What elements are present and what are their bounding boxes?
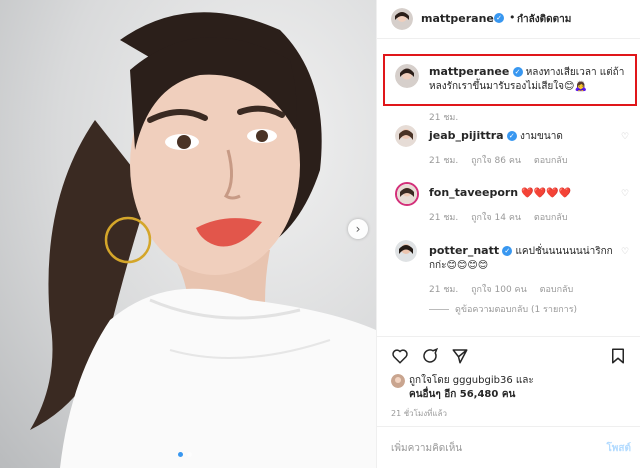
posted-time: 21 ชั่วโมงที่แล้ว	[391, 409, 447, 418]
separator-dot: •	[509, 11, 516, 24]
comment-meta: 21 ชม. ถูกใจ 14 คน ตอบกลับ	[429, 210, 578, 224]
like-heart-icon[interactable]	[391, 347, 409, 365]
verified-badge-icon: ✓	[494, 13, 504, 23]
comment-meta: 21 ชม. ถูกใจ 100 คน ตอบกลับ	[429, 282, 583, 296]
comment-body: ❤️❤️❤️❤️	[521, 188, 572, 199]
author-avatar[interactable]	[391, 8, 413, 30]
comment-likes[interactable]: ถูกใจ 100 คน	[471, 285, 527, 295]
post-header: mattperanee ✓ • กำลังติดตาม	[377, 0, 640, 39]
comment-text: potter_natt ✓ แคปชั่นนนนนนน่าริกกกก่ะ😊😊😊…	[429, 244, 629, 273]
comment-likes[interactable]: ถูกใจ 14 คน	[471, 213, 521, 223]
verified-badge-icon: ✓	[502, 246, 513, 256]
comment-avatar[interactable]	[395, 125, 417, 147]
comment-username[interactable]: fon_taveeporn	[429, 186, 518, 199]
add-comment-bar: เพิ่มความคิดเห็น โพสต์	[377, 426, 640, 469]
comment-meta: 21 ชม. ถูกใจ 86 คน ตอบกลับ	[429, 153, 578, 167]
comment-input[interactable]: เพิ่มความคิดเห็น	[391, 441, 462, 456]
comment-time: 21 ชม.	[429, 156, 459, 166]
like-comment-heart-icon[interactable]: ♡	[621, 247, 629, 257]
instagram-post-view: › mattperanee ✓ • กำลังติดตาม mattperane…	[0, 0, 640, 468]
reply-button[interactable]: ตอบกลับ	[540, 285, 574, 295]
verified-badge-icon: ✓	[506, 131, 517, 141]
caption-author[interactable]: mattperanee	[429, 65, 509, 78]
author-username[interactable]: mattperanee	[421, 12, 501, 25]
comment-avatar-story-ring[interactable]	[395, 182, 419, 206]
comment-likes[interactable]: ถูกใจ 86 คน	[471, 156, 521, 166]
following-button[interactable]: กำลังติดตาม	[517, 12, 571, 27]
comment-time: 21 ชม.	[429, 285, 459, 295]
comment-text: jeab_pijittra ✓ งามขนาด	[429, 129, 629, 144]
comment-bubble-icon[interactable]	[421, 347, 439, 365]
comment-text: fon_taveeporn ❤️❤️❤️❤️	[429, 186, 629, 201]
verified-badge-icon: ✓	[512, 67, 523, 77]
view-replies-link[interactable]: ดูข้อความตอบกลับ (1 รายการ)	[429, 302, 577, 316]
carousel-dots	[178, 452, 192, 457]
likes-text: ถูกใจโดย gggubgib36 และ คนอื่นๆ อีก 56,4…	[409, 374, 609, 402]
comment-time: 21 ชม.	[429, 213, 459, 223]
like-comment-heart-icon[interactable]: ♡	[621, 189, 629, 199]
carousel-dot	[187, 452, 192, 457]
chevron-right-icon: ›	[355, 222, 361, 236]
reply-button[interactable]: ตอบกลับ	[534, 213, 568, 223]
carousel-dot-active	[178, 452, 183, 457]
caption-time: 21 ชม.	[429, 113, 459, 123]
liker-avatar[interactable]	[391, 374, 405, 388]
caption-author-avatar[interactable]	[395, 64, 419, 88]
like-comment-heart-icon[interactable]: ♡	[621, 132, 629, 142]
comment-username[interactable]: potter_natt	[429, 244, 499, 257]
bookmark-icon[interactable]	[609, 347, 627, 365]
likes-line2[interactable]: คนอื่นๆ อีก 56,480 คน	[409, 388, 609, 402]
caption-text: mattperanee ✓ หลงทางเสียเวลา แต่ถ้าหลงรั…	[429, 65, 629, 94]
portrait-illustration	[30, 12, 376, 468]
comment-body: งามขนาด	[519, 131, 563, 142]
reply-button[interactable]: ตอบกลับ	[534, 156, 568, 166]
next-image-button[interactable]: ›	[348, 219, 368, 239]
post-actions-bar	[377, 336, 640, 373]
caption-highlight-box: mattperanee ✓ หลงทางเสียเวลา แต่ถ้าหลงรั…	[383, 54, 637, 106]
likes-line1[interactable]: ถูกใจโดย gggubgib36 และ	[409, 374, 609, 388]
share-icon[interactable]	[451, 347, 469, 365]
post-comment-button[interactable]: โพสต์	[606, 441, 631, 456]
comment-avatar[interactable]	[395, 240, 417, 262]
comment-username[interactable]: jeab_pijittra	[429, 129, 504, 142]
post-photo[interactable]: ›	[0, 0, 376, 468]
post-side-panel: mattperanee ✓ • กำลังติดตาม mattperanee …	[376, 0, 640, 468]
